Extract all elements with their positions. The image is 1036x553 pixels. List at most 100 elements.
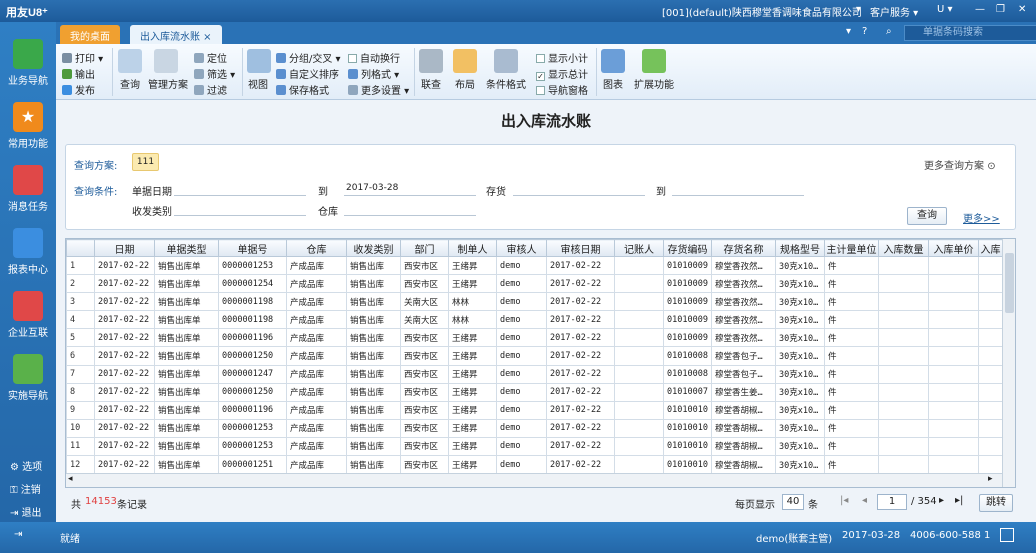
table-row[interactable]: 1 2017-02-22 销售出库单 0000001253 产成品库 销售出库 西安市区 王绪… xyxy=(66,255,1003,276)
query-button[interactable]: 查询 xyxy=(118,49,142,91)
screen-icon[interactable] xyxy=(1000,528,1014,542)
extend-button[interactable]: 扩展功能 xyxy=(634,49,674,91)
doc-date-to-field[interactable] xyxy=(344,195,476,196)
column-header[interactable]: 收发类别 xyxy=(346,239,401,257)
table-row[interactable]: 3 2017-02-22 销售出库单 0000001198 产成品库 销售出库 关南大区 林林… xyxy=(66,292,1003,312)
nav-reports[interactable]: 报表中心 xyxy=(0,223,56,283)
doc-date-from-field[interactable] xyxy=(174,195,306,196)
options-button[interactable]: ⚙ 选项 xyxy=(10,458,42,473)
minimize-button[interactable]: — xyxy=(975,4,985,15)
query-plan-chip[interactable]: 111 xyxy=(132,153,159,171)
per-page-input[interactable]: 40 xyxy=(782,494,804,510)
scroll-left-icon[interactable]: ◂ xyxy=(68,474,73,484)
dropdown-icon[interactable]: ▾ xyxy=(856,4,861,15)
close-button[interactable]: ✕ xyxy=(1018,4,1026,15)
scroll-right-icon[interactable]: ▸ xyxy=(988,474,993,484)
query-button[interactable]: 查询 xyxy=(907,207,947,225)
more-settings-button[interactable]: 更多设置 ▾ xyxy=(348,82,409,97)
nav-messages[interactable]: 消息任务 xyxy=(0,160,56,220)
column-header[interactable]: 审核人 xyxy=(496,239,547,257)
column-header[interactable]: 主计量单位 xyxy=(824,239,879,257)
column-header[interactable]: 单据类型 xyxy=(154,239,219,257)
link-query-button[interactable]: 联查 xyxy=(419,49,443,91)
column-format-button[interactable]: 列格式 ▾ xyxy=(348,66,399,81)
column-header[interactable]: 制单人 xyxy=(448,239,497,257)
table-row[interactable]: 8 2017-02-22 销售出库单 0000001250 产成品库 销售出库 西安市区 王绪… xyxy=(66,382,1003,402)
logout-button[interactable]: ⚿ 注销 xyxy=(10,481,41,496)
stock-from-field[interactable] xyxy=(513,195,645,196)
column-header[interactable]: 日期 xyxy=(94,239,155,257)
page-input[interactable]: 1 xyxy=(877,494,907,510)
nav-pane-checkbox[interactable]: 导航窗格 xyxy=(536,82,588,97)
column-header[interactable]: 存货名称 xyxy=(711,239,776,257)
restore-button[interactable]: ❐ xyxy=(996,4,1005,15)
publish-button[interactable]: 发布 xyxy=(62,82,95,97)
last-page-icon[interactable]: ▸| xyxy=(955,495,963,506)
custom-sort-button[interactable]: 自定义排序 xyxy=(276,66,339,81)
column-header[interactable]: 存货编码 xyxy=(663,239,712,257)
filter-button[interactable]: 筛选 ▾ xyxy=(194,66,235,81)
expand-icon[interactable]: ⇥ xyxy=(14,529,22,540)
table-cell: 2017-02-22 xyxy=(546,455,615,475)
tab-my-desktop[interactable]: 我的桌面 xyxy=(60,25,120,44)
column-header[interactable]: 入库单价 xyxy=(928,239,979,257)
column-header[interactable]: 规格型号 xyxy=(775,239,825,257)
scroll-thumb[interactable] xyxy=(1005,253,1014,313)
column-header[interactable]: 审核日期 xyxy=(546,239,615,257)
view-button[interactable]: 视图 xyxy=(247,49,271,91)
manage-plan-button[interactable]: 管理方案 xyxy=(148,49,188,91)
clear-filter-button[interactable]: 过滤 xyxy=(194,82,227,97)
export-button[interactable]: 输出 xyxy=(62,66,95,81)
show-subtotal-checkbox[interactable]: 显示小计 xyxy=(536,50,588,65)
column-header[interactable]: 入库数量 xyxy=(878,239,929,257)
table-cell: 销售出库单 xyxy=(154,310,219,330)
layout-button[interactable]: 布局 xyxy=(453,49,477,91)
nav-common[interactable]: ★ 常用功能 xyxy=(0,97,56,157)
table-row[interactable]: 5 2017-02-22 销售出库单 0000001196 产成品库 销售出库 西安市区 王绪… xyxy=(66,328,1003,348)
show-total-checkbox[interactable]: ✓ 显示总计 xyxy=(536,66,588,81)
table-row[interactable]: 4 2017-02-22 销售出库单 0000001198 产成品库 销售出库 关南大区 林林… xyxy=(66,310,1003,330)
save-format-button[interactable]: 保存格式 xyxy=(276,82,329,97)
table-row[interactable]: 7 2017-02-22 销售出库单 0000001247 产成品库 销售出库 西安市区 王绪… xyxy=(66,364,1003,384)
column-header[interactable]: 部门 xyxy=(400,239,449,257)
column-header[interactable]: 记账人 xyxy=(614,239,664,257)
first-page-icon[interactable]: |◂ xyxy=(840,495,848,506)
next-page-icon[interactable]: ▸ xyxy=(939,495,944,506)
more-plans-link[interactable]: 更多查询方案 ⊙ xyxy=(924,157,996,172)
table-row[interactable]: 2 2017-02-22 销售出库单 0000001254 产成品库 销售出库 西安市区 王绪… xyxy=(66,274,1003,294)
help-icon[interactable]: ? xyxy=(862,26,867,37)
table-row[interactable]: 6 2017-02-22 销售出库单 0000001250 产成品库 销售出库 西安市区 王绪… xyxy=(66,346,1003,366)
table-cell: 2017-02-22 xyxy=(546,364,615,384)
u-menu-button[interactable]: U ▾ xyxy=(937,4,953,15)
locate-button[interactable]: 定位 xyxy=(194,50,227,65)
horizontal-scrollbar[interactable]: ◂ ▸ xyxy=(66,473,1002,487)
print-button[interactable]: 打印 ▾ xyxy=(62,50,103,65)
group-cross-button[interactable]: 分组/交叉 ▾ xyxy=(276,50,341,65)
chart-button[interactable]: 图表 xyxy=(601,49,625,91)
tab-inout-ledger[interactable]: 出入库流水账 × xyxy=(130,25,222,44)
exit-button[interactable]: ⇥ 退出 xyxy=(10,504,42,519)
table-row[interactable]: 11 2017-02-22 销售出库单 0000001253 产成品库 销售出库 西安市区王… xyxy=(66,436,1003,457)
nav-business[interactable]: 业务导航 xyxy=(0,34,56,94)
jump-button[interactable]: 跳转 xyxy=(979,494,1013,512)
nav-enterprise[interactable]: 企业互联 xyxy=(0,286,56,346)
category-field[interactable] xyxy=(174,215,306,216)
stock-to-field[interactable] xyxy=(672,195,804,196)
vertical-scrollbar[interactable] xyxy=(1002,239,1015,487)
conditional-format-button[interactable]: 条件格式 xyxy=(486,49,526,91)
customer-service-button[interactable]: 客户服务 ▾ xyxy=(870,4,918,19)
barcode-search-input[interactable]: 单据条码搜索 xyxy=(904,25,1036,41)
table-row[interactable]: 12 2017-02-22 销售出库单 0000001251 产成品库 销售出库 西安市区王… xyxy=(66,455,1003,475)
column-header[interactable]: 入库 xyxy=(978,239,1003,257)
auto-wrap-checkbox[interactable]: 自动换行 xyxy=(348,50,400,65)
column-header[interactable]: 单据号 xyxy=(218,239,287,257)
chevron-down-icon[interactable]: ▾ xyxy=(846,26,851,37)
column-header[interactable] xyxy=(66,239,95,257)
table-row[interactable]: 9 2017-02-22 销售出库单 0000001196 产成品库 销售出库 西安市区 王绪… xyxy=(66,400,1003,420)
table-row[interactable]: 10 2017-02-22 销售出库单 0000001253 产成品库 销售出库 西安市区王… xyxy=(66,418,1003,438)
column-header[interactable]: 仓库 xyxy=(286,239,347,257)
prev-page-icon[interactable]: ◂ xyxy=(862,495,867,506)
nav-implementation[interactable]: 实施导航 xyxy=(0,349,56,409)
warehouse-field[interactable] xyxy=(344,215,476,216)
more-options-link[interactable]: 更多>> xyxy=(963,210,1000,225)
